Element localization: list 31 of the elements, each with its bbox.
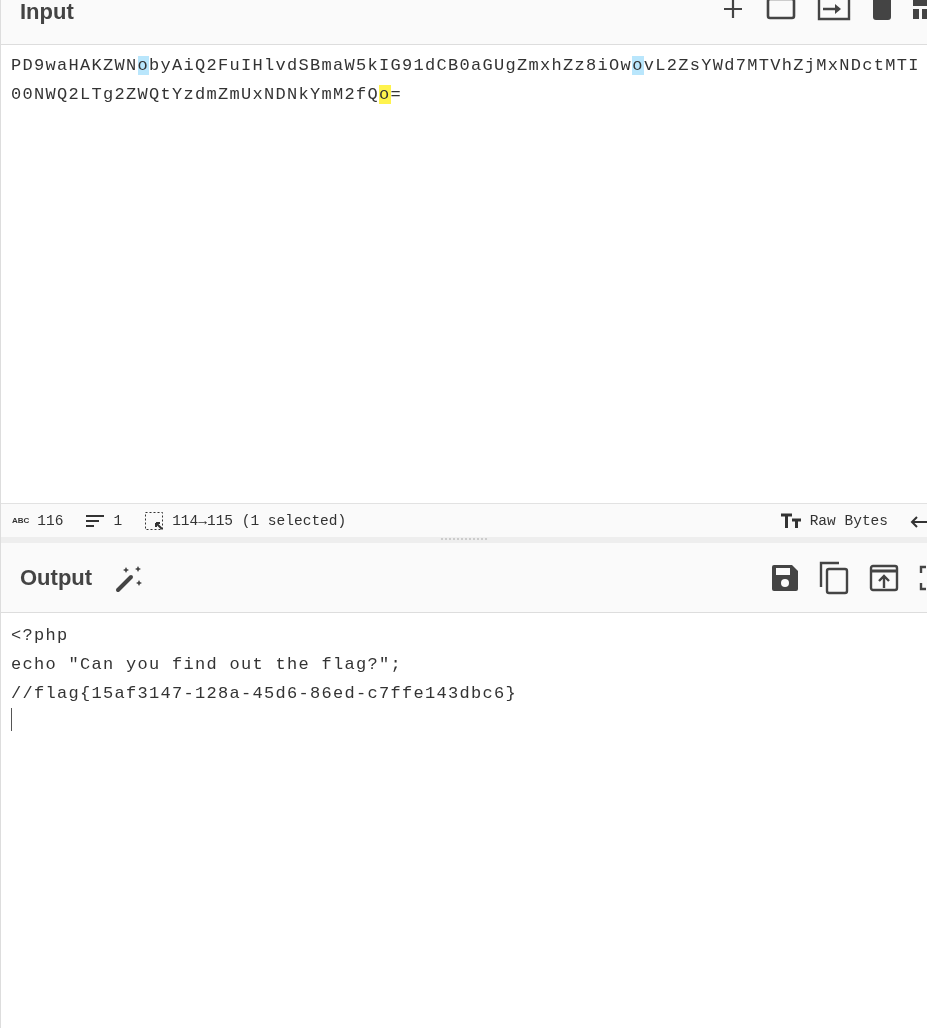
- selection-range: 114→115 (1 selected): [172, 512, 347, 529]
- length-count: 116: [37, 512, 64, 529]
- input-text: 00NWQ2LTg2ZWQtYzdmZmUxNDNkYmM2fQ: [11, 85, 380, 104]
- import-icon[interactable]: [817, 0, 851, 21]
- text-cursor: [11, 708, 12, 731]
- grid-icon[interactable]: [913, 0, 927, 21]
- copy-icon[interactable]: [819, 560, 849, 595]
- encoding-button[interactable]: Raw Bytes: [809, 512, 888, 529]
- input-text: =: [390, 85, 403, 104]
- save-icon[interactable]: [771, 563, 799, 592]
- upload-box-icon[interactable]: [869, 563, 899, 592]
- input-text: PD9waHAKZWN: [11, 56, 138, 75]
- match-highlight: o: [137, 56, 150, 75]
- length-label: ABC: [12, 516, 30, 525]
- fullscreen-icon[interactable]: [919, 564, 927, 591]
- output-line: //flag{15af3147-128a-45d6-86ed-c7ffe143dbc6}: [11, 683, 518, 705]
- plus-icon[interactable]: [721, 0, 745, 21]
- line-count: 1: [113, 512, 123, 529]
- pane-title: Output: [20, 563, 93, 592]
- input-text: byAiQ2FuIHlvdSBmaW5kIG91dCB0aGUgZmxhZz8iOw: [149, 56, 633, 75]
- window-icon[interactable]: [766, 0, 796, 21]
- lines-icon: [85, 512, 106, 529]
- font-size-icon[interactable]: [779, 512, 802, 529]
- trash-icon[interactable]: [872, 0, 892, 21]
- output-line: <?php: [11, 625, 69, 647]
- output-line: echo "Can you find out the flag?";: [11, 654, 403, 676]
- input-text: vL2ZsYWd7MTVhZjMxNDctMTI: [643, 56, 920, 75]
- selection-icon: [144, 510, 165, 531]
- match-highlight: o: [632, 56, 644, 75]
- selection-highlight: o: [379, 85, 391, 104]
- pane-title: Input: [20, 0, 74, 26]
